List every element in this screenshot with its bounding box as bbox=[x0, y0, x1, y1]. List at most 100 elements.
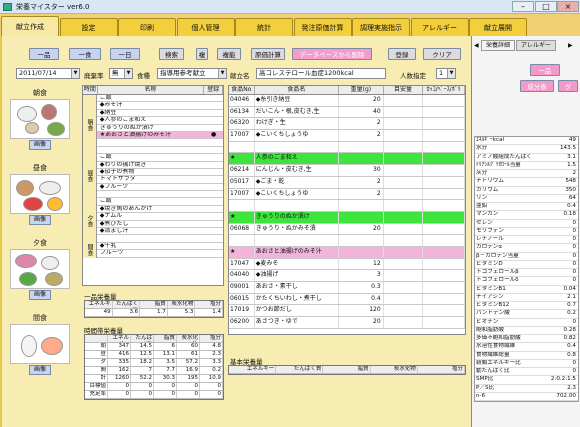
nutrient-name: ｴﾈﾙｷﾞｰkcal bbox=[476, 137, 505, 143]
minimize-button[interactable]: – bbox=[512, 1, 534, 12]
tab-settings[interactable]: 設定 bbox=[59, 18, 118, 36]
food-row[interactable]: ★ 人参のごま和え bbox=[229, 153, 465, 166]
menu-row[interactable]: きゅうりのぬか漬け bbox=[83, 125, 223, 132]
food-row[interactable]: 06068 きゅうり・ぬかみそ漬 20 bbox=[229, 223, 465, 236]
table-cell: 14.5 bbox=[131, 343, 154, 350]
image-button[interactable]: 画像 bbox=[29, 215, 51, 225]
menu-item-name: ◆みそ汁 bbox=[99, 102, 123, 109]
menu-row[interactable]: ◆納豆 bbox=[83, 110, 223, 118]
menu-row[interactable]: ◆ナムル bbox=[83, 213, 223, 221]
food-cell bbox=[384, 223, 424, 235]
menu-row[interactable] bbox=[83, 147, 223, 155]
menu-row[interactable]: ◆牛乳 bbox=[83, 243, 223, 251]
food-row[interactable]: 05017 ◆ごま・乾 2 bbox=[229, 176, 465, 189]
function-button[interactable]: 複能 bbox=[217, 48, 241, 60]
nutrient-name: ﾄﾘｱｼﾙｸﾞﾘｾﾛｰﾙ当量 bbox=[476, 161, 521, 168]
date-field[interactable]: 2011/07/14 ▼ bbox=[16, 68, 80, 79]
food-row[interactable] bbox=[229, 235, 465, 247]
component-table-button[interactable]: 成分表 bbox=[520, 80, 554, 92]
single-meal-button[interactable]: 一食 bbox=[69, 48, 101, 60]
register-button[interactable]: 登録 bbox=[388, 48, 416, 60]
food-row[interactable] bbox=[229, 141, 465, 154]
maximize-button[interactable]: □ bbox=[535, 1, 557, 12]
menu-row[interactable]: ◆清まし汁 bbox=[83, 228, 223, 236]
people-count-select[interactable]: 1 ▼ bbox=[436, 68, 456, 79]
food-cell bbox=[423, 200, 465, 211]
register-cell bbox=[204, 198, 223, 204]
menu-item-name: ご飯 bbox=[99, 198, 112, 205]
food-row[interactable]: 06015 かたくちいわし・煮干し 0.4 bbox=[229, 293, 465, 306]
tab-menu-create[interactable]: 献立作成 bbox=[1, 16, 59, 36]
food-row[interactable]: 09001 あおさ・素干し 0.3 bbox=[229, 282, 465, 294]
nutrient-name: 飽和脂肪酸 bbox=[476, 326, 504, 333]
tab-cooking-instruction[interactable]: 調理実施指示 bbox=[352, 18, 410, 36]
menu-row[interactable]: ご飯 bbox=[83, 154, 223, 162]
menu-row[interactable] bbox=[83, 235, 223, 243]
waste-rate-select[interactable]: 無 ▼ bbox=[109, 68, 133, 79]
menu-row[interactable]: トマトサラダ bbox=[83, 176, 223, 184]
food-row[interactable]: 17007 ◆こいくちしょうゆ 2 bbox=[229, 130, 465, 142]
cost-calc-button[interactable]: 原価計算 bbox=[251, 48, 285, 60]
tab-print[interactable]: 印刷 bbox=[118, 18, 176, 36]
tab-order-cost[interactable]: 発注原価計算 bbox=[293, 18, 352, 36]
menu-row[interactable]: ご飯 bbox=[83, 198, 223, 206]
close-button[interactable]: × bbox=[557, 1, 579, 12]
food-row[interactable]: 04046 ◆糸引き納豆 20 bbox=[229, 95, 465, 107]
diet-type-select[interactable]: 指導用参考献立 ▼ bbox=[157, 68, 227, 79]
menu-row[interactable]: ◆人参のごま和え bbox=[83, 117, 223, 125]
single-dish-button[interactable]: 一品 bbox=[29, 48, 59, 60]
app-icon bbox=[3, 3, 12, 11]
menu-row[interactable] bbox=[83, 139, 223, 147]
menu-row[interactable]: ◆フルーツ bbox=[83, 184, 223, 192]
food-row[interactable]: ★ あおさと油揚げのみそ汁 bbox=[229, 246, 465, 259]
menu-row[interactable]: ◆みそ汁 bbox=[83, 102, 223, 110]
menu-row[interactable]: ◆わりの揚げ焼き bbox=[83, 162, 223, 169]
menu-row[interactable] bbox=[83, 191, 223, 199]
table-header-cell: たんぱく質 bbox=[276, 366, 324, 373]
food-row[interactable]: 06134 だいこん・根,皮むき,生 40 bbox=[229, 106, 465, 119]
menu-row[interactable]: ★あおさと油揚げのみそ汁 ● bbox=[83, 131, 223, 140]
date-value: 2011/07/14 bbox=[19, 69, 57, 77]
image-button[interactable]: 画像 bbox=[29, 140, 51, 150]
food-cell bbox=[384, 106, 424, 118]
menu-row[interactable]: ご飯 bbox=[83, 95, 223, 103]
menu-row[interactable]: ◆煮びたし bbox=[83, 221, 223, 229]
table-row: 充足率 0 0 0 0 0 bbox=[85, 391, 223, 399]
food-row[interactable]: 17019 かつお節だし 120 bbox=[229, 305, 465, 318]
tab-menu-expand[interactable]: 献立展開 bbox=[469, 18, 527, 36]
menu-item-name: ◆ナムル bbox=[99, 213, 123, 220]
tab-nutrition-detail[interactable]: 栄養詳細 bbox=[481, 40, 515, 51]
table-cell: 3.5 bbox=[154, 359, 177, 366]
food-row[interactable]: 06320 わけぎ・生 2 bbox=[229, 118, 465, 131]
scroll-left-icon[interactable]: ◀ bbox=[474, 42, 479, 49]
menu-row[interactable]: ◆焼き魚のあんかけ bbox=[83, 206, 223, 214]
food-row[interactable]: 06214 にんじん・皮むき,生 30 bbox=[229, 165, 465, 177]
meal-label: 夕食 bbox=[33, 239, 47, 247]
image-button[interactable]: 画像 bbox=[29, 365, 51, 375]
menu-name-field[interactable]: 高コレステロール血症1200kcal bbox=[256, 68, 386, 79]
clear-button[interactable]: クリア bbox=[423, 48, 461, 60]
food-row[interactable] bbox=[229, 200, 465, 212]
graph-button[interactable]: グ bbox=[558, 80, 578, 92]
scroll-right-icon[interactable]: ▶ bbox=[568, 42, 573, 49]
food-row[interactable]: 04040 ◆油揚げ 3 bbox=[229, 270, 465, 282]
menu-row[interactable]: ◆茄子の煮物 bbox=[83, 169, 223, 177]
image-button[interactable]: 画像 bbox=[29, 290, 51, 300]
single-dish-toggle-button[interactable]: 一品 bbox=[530, 64, 560, 76]
food-row[interactable]: 06200 あさつき・ゆで 20 bbox=[229, 317, 465, 329]
single-day-button[interactable]: 一日 bbox=[110, 48, 140, 60]
tab-personal[interactable]: 個人管理 bbox=[176, 18, 235, 36]
tab-statistics[interactable]: 統計 bbox=[235, 18, 293, 36]
nutrient-name: ビタミンD bbox=[476, 260, 503, 267]
tab-allergy-detail[interactable]: アレルギー bbox=[516, 40, 556, 51]
table-cell: 6 bbox=[154, 343, 177, 350]
copy-icon[interactable]: 複 bbox=[196, 48, 208, 60]
food-cell: 2 bbox=[339, 188, 384, 200]
tab-allergy[interactable]: アレルギー bbox=[410, 18, 469, 36]
food-row[interactable]: 17047 ◆麦みそ 12 bbox=[229, 258, 465, 271]
menu-row[interactable]: フルーツ bbox=[83, 250, 223, 258]
search-button[interactable]: 検索 bbox=[159, 48, 184, 60]
food-row[interactable]: 17007 ◆こいくちしょうゆ 2 bbox=[229, 188, 465, 201]
food-row[interactable]: ★ きゅうりのぬか漬け bbox=[229, 211, 465, 224]
delete-from-db-button[interactable]: データベースから削除 bbox=[292, 48, 372, 60]
